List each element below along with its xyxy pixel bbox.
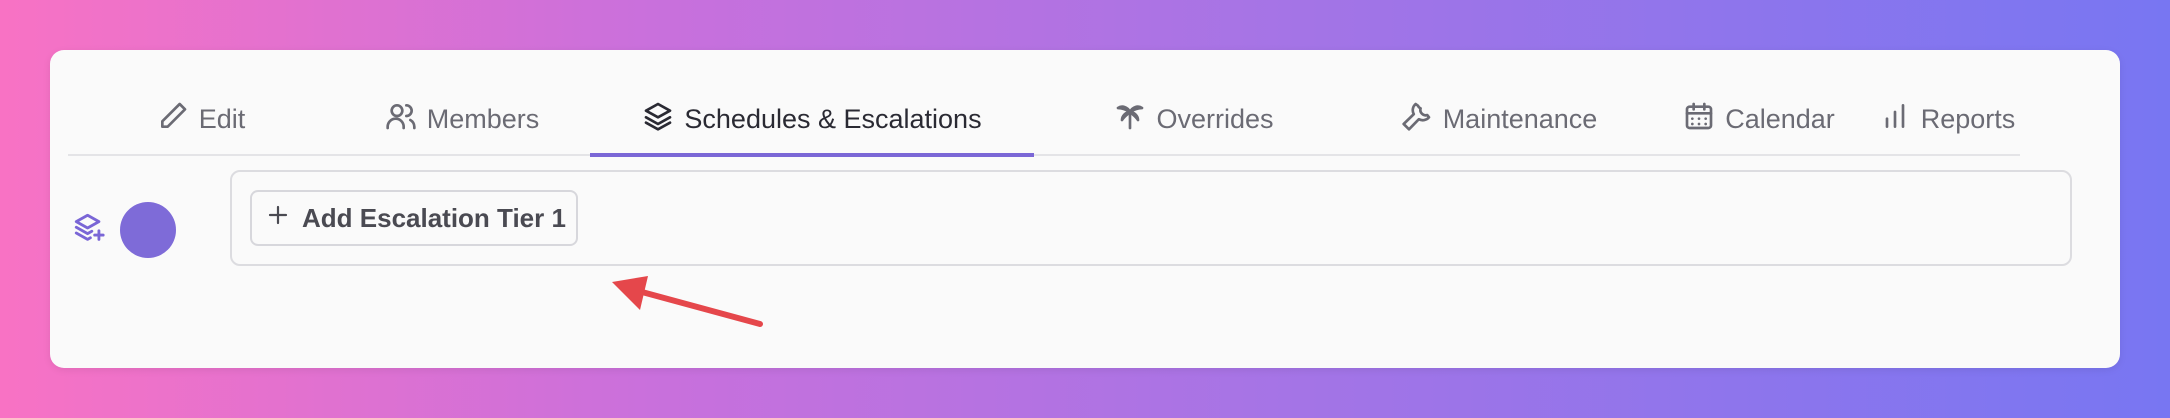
bar-chart-icon bbox=[1879, 100, 1911, 139]
avatar bbox=[120, 202, 176, 258]
tab-label: Schedules & Escalations bbox=[684, 103, 982, 134]
tab-maintenance[interactable]: Maintenance bbox=[1354, 84, 1644, 154]
calendar-icon bbox=[1683, 100, 1715, 139]
escalation-tier-panel: Add Escalation Tier 1 bbox=[230, 170, 2072, 266]
plus-icon bbox=[266, 203, 290, 234]
tab-reports[interactable]: Reports bbox=[1874, 84, 2020, 154]
users-icon bbox=[385, 100, 417, 139]
tab-calendar[interactable]: Calendar bbox=[1644, 84, 1874, 154]
tier-row-header bbox=[72, 202, 176, 258]
tab-bar: Edit Members Schedules & Escalations Ove… bbox=[68, 84, 2020, 157]
tab-label: Overrides bbox=[1156, 103, 1274, 134]
tab-overrides[interactable]: Overrides bbox=[1034, 84, 1354, 154]
add-escalation-tier-button[interactable]: Add Escalation Tier 1 bbox=[250, 190, 578, 246]
tab-label: Edit bbox=[198, 103, 246, 134]
tab-label: Members bbox=[426, 103, 540, 134]
tab-label: Calendar bbox=[1725, 103, 1835, 134]
tab-members[interactable]: Members bbox=[334, 84, 590, 154]
tab-edit[interactable]: Edit bbox=[68, 84, 334, 154]
tab-schedules-escalations[interactable]: Schedules & Escalations bbox=[590, 84, 1034, 157]
wrench-icon bbox=[1401, 100, 1433, 139]
pencil-icon bbox=[157, 100, 189, 139]
tab-label: Maintenance bbox=[1442, 103, 1598, 134]
add-escalation-tier-label: Add Escalation Tier 1 bbox=[302, 202, 566, 233]
layers-icon bbox=[642, 100, 674, 139]
tab-label: Reports bbox=[1920, 103, 2016, 134]
layers-plus-icon[interactable] bbox=[72, 211, 106, 250]
palm-tree-icon bbox=[1114, 100, 1146, 139]
